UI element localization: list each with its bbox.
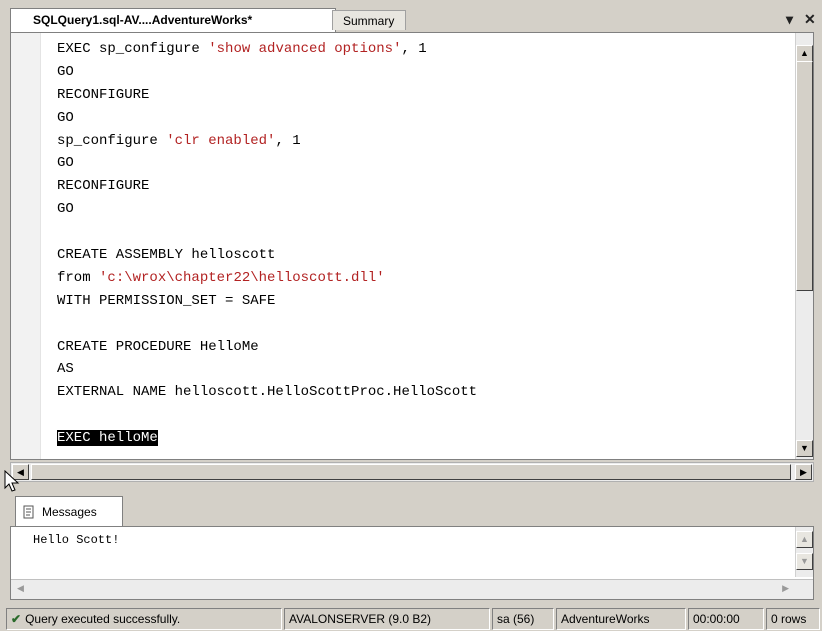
status-user: sa (56): [492, 608, 554, 630]
code-line[interactable]: CREATE PROCEDURE HelloMe: [57, 336, 791, 359]
tab-summary-label: Summary: [343, 14, 395, 28]
status-database: AdventureWorks: [556, 608, 686, 630]
code-line-text: CREATE ASSEMBLY helloscott: [57, 247, 276, 264]
code-line-text: AS: [57, 361, 74, 378]
code-line[interactable]: EXEC helloMe: [57, 427, 791, 450]
status-message: ✔ Query executed successfully.: [6, 608, 282, 630]
code-line-text: sp_configure 'clr enabled', 1: [57, 132, 301, 149]
code-line-text: RECONFIGURE: [57, 86, 150, 103]
status-bar: ✔ Query executed successfully. AVALONSERV…: [0, 604, 822, 631]
tab-messages[interactable]: Messages: [15, 496, 123, 526]
scroll-down-icon[interactable]: ▼: [796, 553, 813, 570]
code-line[interactable]: from 'c:\wrox\chapter22\helloscott.dll': [57, 267, 791, 290]
mouse-cursor-icon: [4, 470, 20, 492]
code-line[interactable]: RECONFIGURE: [57, 84, 791, 107]
scroll-up-icon[interactable]: ▲: [796, 531, 813, 548]
code-line[interactable]: GO: [57, 152, 791, 175]
query-editor[interactable]: EXEC sp_configure 'show advanced options…: [10, 32, 814, 460]
code-line-text: EXEC helloMe: [57, 430, 158, 447]
code-line[interactable]: AS: [57, 358, 791, 381]
messages-icon: [23, 505, 34, 519]
messages-horizontal-scrollbar[interactable]: ◀ ▶: [11, 579, 813, 599]
code-line[interactable]: EXEC sp_configure 'show advanced options…: [57, 38, 791, 61]
success-check-icon: ✔: [11, 612, 22, 626]
editor-gutter: [11, 33, 41, 459]
tab-sqlquery1-label: SQLQuery1.sql-AV....AdventureWorks*: [33, 13, 253, 27]
tab-sqlquery1[interactable]: SQLQuery1.sql-AV....AdventureWorks*: [10, 8, 336, 32]
scroll-up-icon[interactable]: ▲: [796, 45, 813, 62]
editor-scroll-thumb[interactable]: [796, 61, 813, 291]
code-line[interactable]: [57, 404, 791, 427]
code-line[interactable]: GO: [57, 61, 791, 84]
editor-horizontal-scrollbar[interactable]: ◀ ▶: [10, 462, 814, 482]
editor-hscroll-thumb[interactable]: [31, 464, 791, 480]
code-line[interactable]: sp_configure 'clr enabled', 1: [57, 130, 791, 153]
messages-pane[interactable]: Hello Scott! ▲ ▼ ◀ ▶: [10, 526, 814, 600]
code-line-text: EXEC sp_configure 'show advanced options…: [57, 41, 427, 57]
code-line-text: GO: [57, 109, 74, 126]
status-server: AVALONSERVER (9.0 B2): [284, 608, 490, 630]
tab-messages-label: Messages: [42, 505, 97, 519]
editor-vertical-scrollbar[interactable]: ▲ ▼: [795, 33, 813, 459]
messages-vertical-scrollbar[interactable]: ▲ ▼: [795, 527, 813, 577]
close-icon[interactable]: ✕: [804, 11, 816, 28]
status-message-text: Query executed successfully.: [25, 612, 181, 626]
code-line[interactable]: GO: [57, 107, 791, 130]
code-line-text: GO: [57, 63, 74, 80]
code-line[interactable]: CREATE ASSEMBLY helloscott: [57, 244, 791, 267]
dropdown-icon[interactable]: ▾: [786, 11, 793, 28]
results-tabbar: Messages: [0, 486, 822, 526]
document-tabstrip: SQLQuery1.sql-AV....AdventureWorks* Summ…: [0, 0, 822, 32]
code-line-text: RECONFIGURE: [57, 178, 150, 195]
scroll-right-icon[interactable]: ▶: [795, 464, 812, 480]
tab-summary[interactable]: Summary: [332, 10, 406, 30]
code-line-text: WITH PERMISSION_SET = SAFE: [57, 292, 276, 309]
status-elapsed: 00:00:00: [688, 608, 764, 630]
scroll-down-icon[interactable]: ▼: [796, 440, 813, 457]
status-rows: 0 rows: [766, 608, 820, 630]
code-line[interactable]: RECONFIGURE: [57, 175, 791, 198]
code-line-text: from 'c:\wrox\chapter22\helloscott.dll': [57, 269, 385, 286]
code-line-text: GO: [57, 201, 74, 218]
messages-output: Hello Scott!: [33, 533, 120, 547]
code-line-text: EXTERNAL NAME helloscott.HelloScottProc.…: [57, 384, 478, 401]
code-area[interactable]: EXEC sp_configure 'show advanced options…: [57, 38, 791, 450]
code-line[interactable]: WITH PERMISSION_SET = SAFE: [57, 290, 791, 313]
code-line[interactable]: [57, 221, 791, 244]
scroll-right-icon[interactable]: ▶: [782, 583, 789, 594]
code-line-text: CREATE PROCEDURE HelloMe: [57, 338, 259, 355]
code-line[interactable]: EXTERNAL NAME helloscott.HelloScottProc.…: [57, 381, 791, 404]
code-line[interactable]: [57, 313, 791, 336]
code-line[interactable]: GO: [57, 198, 791, 221]
scroll-left-icon[interactable]: ◀: [17, 583, 24, 594]
code-line-text: GO: [57, 155, 74, 172]
